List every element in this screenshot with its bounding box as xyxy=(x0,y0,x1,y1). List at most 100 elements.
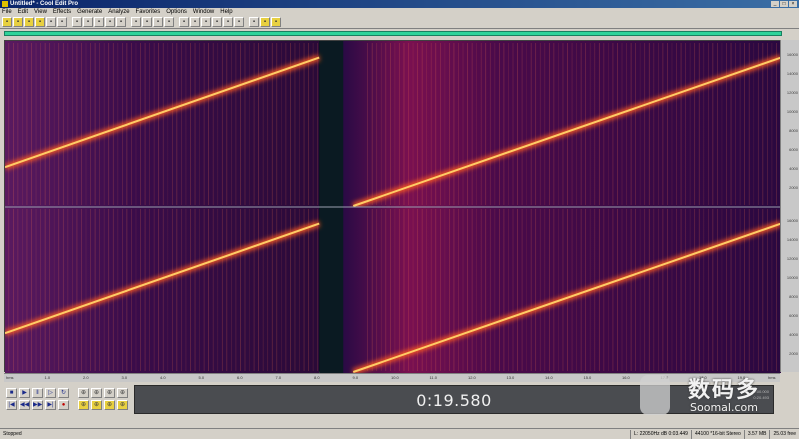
menu-generate[interactable]: Generate xyxy=(77,9,102,15)
time-tick-label: 11.0 xyxy=(429,375,438,380)
select-icon[interactable]: ▪ xyxy=(131,17,141,27)
time-ruler[interactable]: hms 1.0 2.0 3.0 4.0 5.0 6.0 7.0 8.0 9.0 10.0 11.0 12… xyxy=(4,373,780,382)
menu-options[interactable]: Options xyxy=(166,9,187,15)
zoom-left-button[interactable]: ⊕ xyxy=(104,400,115,410)
time-tick-label: 14.0 xyxy=(545,375,553,380)
frequency-ruler: 16000 14000 12000 10000 8000 6000 4000 2000 1600… xyxy=(780,40,799,372)
window-title: Untitled* - Cool Edit Pro xyxy=(10,1,78,7)
stop-button[interactable]: ■ xyxy=(6,388,17,398)
zoom-out-v-button[interactable]: ⊕ xyxy=(91,400,102,410)
time-tick-label: 16.0 xyxy=(622,375,630,380)
waveform-icon[interactable]: ▪ xyxy=(153,17,163,27)
go-end-button[interactable]: ▶| xyxy=(45,400,56,410)
time-tick-label: 2.0 xyxy=(83,375,89,380)
status-size: 3.57 MB xyxy=(743,429,770,439)
menu-help[interactable]: Help xyxy=(220,9,232,15)
time-tick-label: 4.0 xyxy=(160,375,166,380)
menu-edit[interactable]: Edit xyxy=(18,9,28,15)
zoom-out-h-button[interactable]: ⊕ xyxy=(91,388,102,398)
time-tick-label: 15.0 xyxy=(583,375,592,380)
mix-icon[interactable]: ▪ xyxy=(57,17,67,27)
overview-bar[interactable] xyxy=(4,31,782,36)
settings-icon[interactable]: ▪ xyxy=(260,17,270,27)
menu-bar: File Edit View Effects Generate Analyze Favori… xyxy=(0,8,799,16)
menu-file[interactable]: File xyxy=(2,9,12,15)
frequency-tick-label: 6000 xyxy=(789,147,798,152)
menu-view[interactable]: View xyxy=(34,9,47,15)
zoom-full-button[interactable]: ⊕ xyxy=(104,388,115,398)
title-bar: Untitled* - Cool Edit Pro _ □ × xyxy=(0,0,799,8)
loop-button[interactable]: ↻ xyxy=(58,388,69,398)
frequency-tick-label: 14000 xyxy=(786,71,798,76)
grid-icon[interactable]: ▪ xyxy=(234,17,244,27)
frequency-tick-label: 12000 xyxy=(786,90,798,95)
zoom-right-button[interactable]: ⊕ xyxy=(117,400,128,410)
snap-icon[interactable]: ▪ xyxy=(223,17,233,27)
time-tick-label: 17.0 xyxy=(660,375,669,380)
time-tick-label: 6.0 xyxy=(237,375,243,380)
undo-icon[interactable]: ▪ xyxy=(105,17,115,27)
cue-icon[interactable]: ▪ xyxy=(190,17,200,27)
frequency-tick-label: 4000 xyxy=(789,166,798,171)
time-tick-label: 12.0 xyxy=(468,375,476,380)
marker-icon[interactable]: ▪ xyxy=(212,17,222,27)
play-button[interactable]: ▶ xyxy=(19,388,30,398)
transport-controls: ■ ▶ ‖ ▷ ↻ |◀ ◀◀ ▶▶ ▶| ● xyxy=(4,386,74,412)
frequency-tick-label: 12000 xyxy=(786,256,798,261)
fast-forward-button[interactable]: ▶▶ xyxy=(32,400,43,410)
menu-favorites[interactable]: Favorites xyxy=(136,9,161,15)
zoom-in-v-button[interactable]: ⊕ xyxy=(78,400,89,410)
play-to-end-button[interactable]: ▷ xyxy=(45,388,56,398)
status-cursor: L: 22050Hz dB 0:03.449 xyxy=(630,429,691,439)
view-icon[interactable]: ▪ xyxy=(249,17,259,27)
spectral-icon[interactable]: ▪ xyxy=(142,17,152,27)
record-button[interactable]: ● xyxy=(58,400,69,410)
time-tick-label: 3.0 xyxy=(121,375,128,380)
copy-icon[interactable]: ▪ xyxy=(83,17,93,27)
time-display-panel: 0:19.580 0:00.000 0:20.493 xyxy=(134,385,774,414)
save-icon[interactable]: ▪ xyxy=(35,17,45,27)
zoom-sel-button[interactable]: ⊕ xyxy=(117,388,128,398)
status-free: 25.03 free xyxy=(769,429,799,439)
time-tick-label: 1.0 xyxy=(44,375,51,380)
time-tick-label: 7.0 xyxy=(275,375,282,380)
zoom-in-h-button[interactable]: ⊕ xyxy=(78,388,89,398)
edit-icon[interactable]: ▪ xyxy=(271,17,281,27)
time-tick-label: 18.0 xyxy=(699,375,707,380)
zoom-icon[interactable]: ▪ xyxy=(179,17,189,27)
maximize-button[interactable]: □ xyxy=(780,1,788,7)
frequency-tick-label: 6000 xyxy=(789,313,798,318)
menu-analyze[interactable]: Analyze xyxy=(108,9,129,15)
multitrack-icon[interactable]: ▪ xyxy=(164,17,174,27)
cut-icon[interactable]: ▪ xyxy=(72,17,82,27)
rewind-button[interactable]: ◀◀ xyxy=(19,400,30,410)
frequency-tick-label: 14000 xyxy=(786,237,798,242)
open-icon[interactable]: ▪ xyxy=(13,17,23,27)
zoom-controls: ⊕ ⊕ ⊕ ⊕ ⊕ ⊕ ⊕ ⊕ xyxy=(76,386,130,412)
time-tick-label: 9.0 xyxy=(352,375,359,380)
new-file-icon[interactable]: ▪ xyxy=(2,17,12,27)
paste-icon[interactable]: ▪ xyxy=(94,17,104,27)
minimize-button[interactable]: _ xyxy=(771,1,779,7)
status-bar: Stopped L: 22050Hz dB 0:03.449 44100 *16… xyxy=(0,428,799,439)
frequency-tick-label: 4000 xyxy=(789,332,798,337)
selection-end: 0:20.493 xyxy=(753,395,769,400)
menu-effects[interactable]: Effects xyxy=(53,9,71,15)
record-icon[interactable]: ▪ xyxy=(46,17,56,27)
spectrogram xyxy=(5,41,781,373)
loop-icon[interactable]: ▪ xyxy=(201,17,211,27)
time-tick-label: hms xyxy=(768,375,776,380)
menu-window[interactable]: Window xyxy=(193,9,214,15)
redo-icon[interactable]: ▪ xyxy=(116,17,126,27)
close-icon[interactable]: ▪ xyxy=(24,17,34,27)
time-tick-label: 13.0 xyxy=(506,375,515,380)
frequency-tick-label: 2000 xyxy=(789,351,798,356)
close-button[interactable]: × xyxy=(789,1,797,7)
status-state: Stopped xyxy=(3,430,22,437)
spectral-view[interactable] xyxy=(4,40,781,373)
go-start-button[interactable]: |◀ xyxy=(6,400,17,410)
pause-button[interactable]: ‖ xyxy=(32,388,43,398)
time-tick-label: 5.0 xyxy=(198,375,205,380)
channel-2-sweep2-bg xyxy=(343,207,781,373)
frequency-tick-label: 10000 xyxy=(786,275,798,280)
